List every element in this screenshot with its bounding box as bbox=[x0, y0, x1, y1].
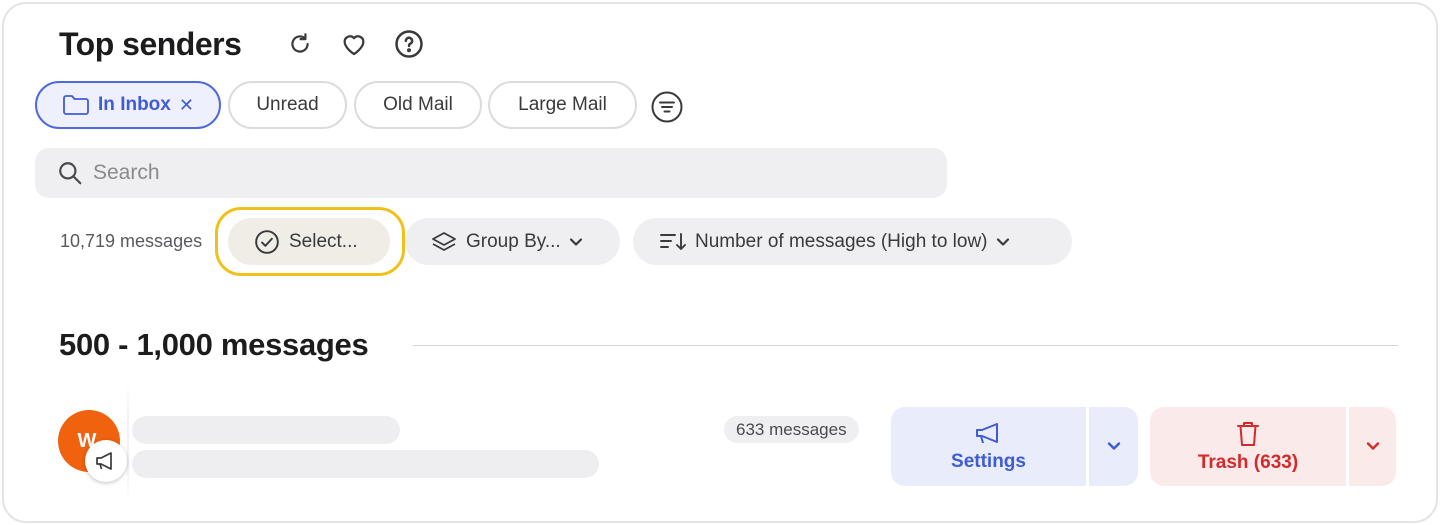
settings-button[interactable]: Settings bbox=[891, 407, 1086, 486]
check-circle-icon bbox=[254, 229, 280, 255]
search-icon bbox=[57, 160, 83, 186]
filter-chip-label: In Inbox bbox=[98, 94, 171, 115]
row-separator bbox=[127, 380, 129, 502]
filter-chip-in-inbox[interactable]: In Inbox ✕ bbox=[35, 81, 221, 129]
sender-name-placeholder bbox=[132, 416, 400, 444]
select-label: Select... bbox=[289, 230, 358, 252]
trash-dropdown-button[interactable] bbox=[1349, 407, 1396, 486]
chevron-down-icon bbox=[1107, 438, 1121, 456]
search-bar[interactable] bbox=[35, 148, 947, 198]
remove-filter-icon[interactable]: ✕ bbox=[179, 95, 194, 116]
section-divider bbox=[413, 345, 1398, 346]
filter-chip-label: Old Mail bbox=[383, 94, 453, 115]
chevron-down-icon bbox=[1366, 438, 1380, 456]
group-by-button[interactable]: Group By... bbox=[405, 218, 620, 265]
folder-icon bbox=[62, 94, 90, 116]
trash-label: Trash (633) bbox=[1197, 451, 1299, 473]
megaphone-badge-icon bbox=[85, 440, 127, 482]
sort-descending-icon bbox=[659, 231, 687, 253]
select-button[interactable]: Select... bbox=[228, 218, 390, 265]
sort-label: Number of messages (High to low) bbox=[695, 230, 988, 252]
page-title: Top senders bbox=[59, 26, 242, 62]
filter-chip-old-mail[interactable]: Old Mail bbox=[354, 81, 482, 129]
megaphone-icon bbox=[974, 421, 1004, 447]
refresh-icon[interactable] bbox=[283, 27, 317, 61]
chevron-down-icon bbox=[569, 237, 583, 247]
filter-chip-label: Large Mail bbox=[518, 94, 607, 115]
trash-icon bbox=[1235, 420, 1261, 448]
filter-chip-unread[interactable]: Unread bbox=[228, 81, 347, 129]
layers-icon bbox=[430, 230, 458, 254]
chevron-down-icon bbox=[996, 237, 1010, 247]
help-icon[interactable] bbox=[392, 27, 426, 61]
group-by-label: Group By... bbox=[466, 230, 561, 252]
filter-chip-label: Unread bbox=[256, 94, 319, 115]
section-heading: 500 - 1,000 messages bbox=[59, 327, 369, 362]
sender-email-placeholder bbox=[132, 450, 599, 478]
trash-button[interactable]: Trash (633) bbox=[1150, 407, 1346, 486]
message-count-badge: 633 messages bbox=[724, 416, 859, 443]
message-count: 10,719 messages bbox=[60, 231, 203, 251]
sort-button[interactable]: Number of messages (High to low) bbox=[633, 218, 1072, 265]
settings-dropdown-button[interactable] bbox=[1089, 407, 1138, 486]
heart-icon[interactable] bbox=[337, 27, 371, 61]
filter-lines-icon[interactable] bbox=[649, 89, 685, 125]
search-input[interactable] bbox=[93, 161, 893, 185]
settings-label: Settings bbox=[951, 450, 1026, 472]
filter-chip-large-mail[interactable]: Large Mail bbox=[488, 81, 637, 129]
